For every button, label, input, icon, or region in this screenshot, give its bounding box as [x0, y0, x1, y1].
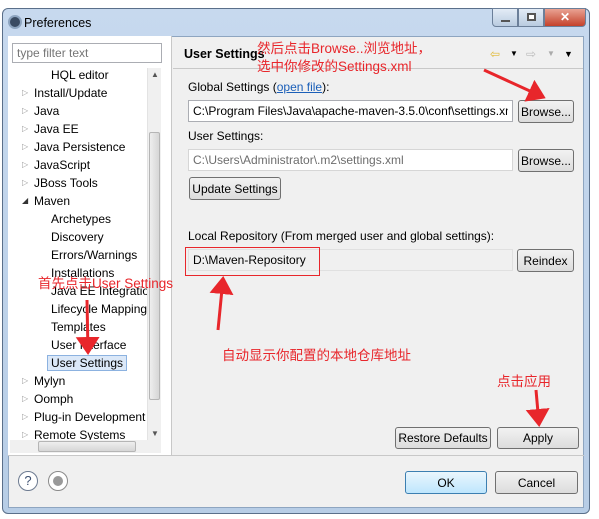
- tree-item-label: JBoss Tools: [34, 176, 98, 190]
- hscroll-thumb[interactable]: [38, 441, 136, 452]
- view-menu-icon[interactable]: ▼: [564, 49, 573, 59]
- tree-item[interactable]: ▷ Java Persistence: [22, 138, 126, 156]
- tree-item[interactable]: Errors/Warnings: [51, 246, 137, 264]
- filter-input[interactable]: [12, 43, 162, 63]
- tree-item-label: Errors/Warnings: [51, 248, 138, 262]
- tree-item[interactable]: Templates: [51, 318, 106, 336]
- back-icon[interactable]: ⇦: [490, 47, 500, 61]
- tree-item[interactable]: Discovery: [51, 228, 104, 246]
- tree-item[interactable]: ▷ Install/Update: [22, 84, 108, 102]
- scroll-up-icon[interactable]: ▲: [151, 70, 159, 79]
- tree-item-label: Install/Update: [34, 86, 108, 100]
- forward-menu-icon[interactable]: ▼: [547, 49, 555, 58]
- tree-item-label: Java Persistence: [34, 140, 126, 154]
- global-browse-button[interactable]: Browse...: [518, 100, 574, 123]
- collapsed-triangle-icon[interactable]: ▷: [22, 174, 28, 192]
- tree-item[interactable]: ▷ Java: [22, 102, 60, 120]
- tree-item[interactable]: ▷ Plug-in Development: [22, 408, 146, 426]
- scrollbar-thumb[interactable]: [149, 132, 160, 400]
- collapsed-triangle-icon[interactable]: ▷: [22, 84, 28, 102]
- back-menu-icon[interactable]: ▼: [510, 49, 518, 58]
- collapsed-triangle-icon[interactable]: ▷: [22, 138, 28, 156]
- annotation-browse-line2: 选中你修改的Settings.xml: [257, 59, 412, 74]
- tree-horizontal-scrollbar[interactable]: [10, 440, 161, 453]
- tree-item-label: Plug-in Development: [34, 410, 146, 424]
- tree-item-label: JavaScript: [34, 158, 91, 172]
- import-export-icon[interactable]: [48, 471, 68, 491]
- tree-item-label: Lifecycle Mapping: [51, 302, 148, 316]
- forward-icon[interactable]: ⇨: [526, 47, 536, 61]
- tree-item[interactable]: User Settings: [47, 354, 128, 372]
- update-settings-button[interactable]: Update Settings: [189, 177, 281, 200]
- tree-item[interactable]: Archetypes: [51, 210, 111, 228]
- minimize-button[interactable]: [492, 8, 518, 27]
- collapsed-triangle-icon[interactable]: ▷: [22, 390, 28, 408]
- user-settings-input[interactable]: [188, 149, 513, 171]
- expanded-triangle-icon[interactable]: ◢: [22, 192, 28, 210]
- tree-item[interactable]: ◢ Maven: [22, 192, 71, 210]
- collapsed-triangle-icon[interactable]: ▷: [22, 156, 28, 174]
- annotation-click-apply: 点击应用: [497, 374, 551, 389]
- tree-item-label: User Settings: [47, 355, 128, 371]
- tree-item-label: Discovery: [51, 230, 104, 244]
- tree-item[interactable]: Lifecycle Mapping: [51, 300, 147, 318]
- apply-button[interactable]: Apply: [497, 427, 579, 449]
- tree-item[interactable]: ▷ JBoss Tools: [22, 174, 98, 192]
- tree-item[interactable]: ▷ Oomph: [22, 390, 74, 408]
- tree-item-label: HQL editor: [51, 68, 109, 82]
- tree-item[interactable]: ▷ Java EE: [22, 120, 79, 138]
- footer-separator: [8, 455, 584, 456]
- collapsed-triangle-icon[interactable]: ▷: [22, 120, 28, 138]
- global-settings-input[interactable]: [188, 100, 513, 122]
- maximize-button[interactable]: [518, 8, 544, 27]
- ok-button[interactable]: OK: [405, 471, 487, 494]
- annotation-auto-show: 自动显示你配置的本地仓库地址: [222, 348, 411, 363]
- annotation-browse-line1: 然后点击Browse..浏览地址，: [257, 41, 432, 56]
- tree-item-label: Oomph: [34, 392, 74, 406]
- tree-item-label: User Interface: [51, 338, 127, 352]
- tree-item[interactable]: User Interface: [51, 336, 126, 354]
- collapsed-triangle-icon[interactable]: ▷: [22, 372, 28, 390]
- user-settings-label: User Settings:: [188, 129, 264, 143]
- scroll-down-icon[interactable]: ▼: [151, 429, 159, 438]
- annotation-first-click: 首先点击User Settings: [38, 276, 174, 291]
- restore-defaults-button[interactable]: Restore Defaults: [395, 427, 491, 449]
- eclipse-app-icon: [8, 15, 22, 29]
- tree-item[interactable]: ▷ JavaScript: [22, 156, 91, 174]
- close-button[interactable]: ✕: [544, 8, 586, 27]
- tree-item-label: Java: [34, 104, 60, 118]
- tree-item-label: Archetypes: [51, 212, 112, 226]
- annotation-highlight-box: [185, 247, 320, 276]
- collapsed-triangle-icon[interactable]: ▷: [22, 102, 28, 120]
- tree-item-label: Templates: [51, 320, 106, 334]
- tree-item[interactable]: ▷ Mylyn: [22, 372, 66, 390]
- reindex-button[interactable]: Reindex: [517, 249, 574, 272]
- tree-item-label: Maven: [34, 194, 71, 208]
- global-settings-label: Global Settings (open file):: [188, 80, 330, 94]
- open-file-link[interactable]: open file: [277, 80, 322, 94]
- tree-vertical-scrollbar[interactable]: ▲ ▼: [147, 68, 161, 440]
- local-repository-label: Local Repository (From merged user and g…: [188, 229, 495, 243]
- cancel-button[interactable]: Cancel: [495, 471, 578, 494]
- help-icon[interactable]: ?: [18, 471, 38, 491]
- tree-item-label: Java EE: [34, 122, 79, 136]
- tree-item[interactable]: HQL editor: [51, 66, 109, 84]
- page-title: User Settings: [184, 47, 265, 61]
- window-title: Preferences: [24, 16, 92, 30]
- tree-item-label: Mylyn: [34, 374, 66, 388]
- user-browse-button[interactable]: Browse...: [518, 149, 574, 172]
- collapsed-triangle-icon[interactable]: ▷: [22, 408, 28, 426]
